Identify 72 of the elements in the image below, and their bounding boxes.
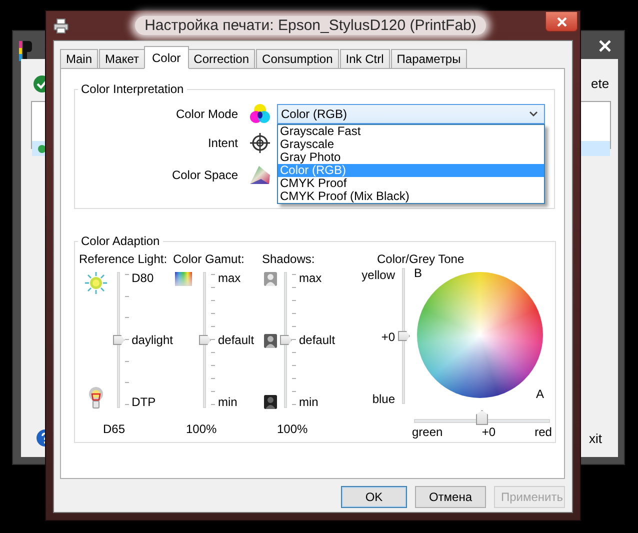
light-bulb-icon: [88, 387, 104, 409]
vertical-slider[interactable]: [199, 272, 217, 408]
person-silhouette-icon: [264, 272, 276, 286]
group-title: Color Interpretation: [80, 82, 185, 96]
color-circles-icon: [249, 103, 271, 125]
status-dot-icon: [38, 144, 46, 152]
axis-label: B: [414, 266, 422, 280]
tick-label: red: [534, 425, 552, 439]
axis-label: A: [536, 387, 544, 401]
tab[interactable]: Ink Ctrl: [340, 49, 390, 68]
field-label: Intent: [206, 136, 238, 150]
sun-icon: [84, 272, 107, 294]
slider-label: Shadows:: [262, 252, 316, 268]
tab[interactable]: Параметры: [390, 49, 467, 68]
tick-label: DTP: [132, 395, 157, 409]
slider-thumb[interactable]: [280, 335, 292, 345]
button-label[interactable]: ete: [591, 76, 610, 91]
slider-thumb[interactable]: [476, 410, 488, 425]
tab[interactable]: Correction: [188, 49, 256, 68]
slider-thumb[interactable]: [112, 335, 125, 345]
field-label: Color Mode: [174, 107, 238, 121]
tick-label: daylight: [132, 333, 173, 347]
color-gamut-icon: [249, 165, 271, 185]
tick-label: min: [299, 395, 320, 409]
close-icon[interactable]: [599, 40, 611, 52]
vertical-slider[interactable]: [398, 268, 412, 404]
tick-label: green: [412, 425, 443, 439]
caret-icon: [529, 111, 538, 117]
dropdown[interactable]: Color (RGB): [277, 104, 545, 124]
printer-icon: [53, 18, 69, 34]
dialog-button[interactable]: OK: [341, 486, 407, 508]
slider-value: D65: [102, 422, 126, 436]
field-label: Color Space: [170, 168, 238, 182]
close-icon: [556, 16, 566, 26]
vertical-slider[interactable]: [112, 272, 131, 408]
slider-thumb[interactable]: [199, 335, 211, 345]
tab[interactable]: Main: [60, 49, 98, 68]
dropdown-option[interactable]: CMYK Proof (Mix Black): [278, 190, 544, 203]
tab[interactable]: Color: [144, 46, 189, 69]
tab[interactable]: Макет: [99, 49, 145, 68]
crosshair-icon: [249, 132, 271, 154]
tick-label: default: [299, 333, 336, 347]
tick-label: blue: [372, 392, 395, 406]
tick-label: +0: [381, 330, 395, 344]
tab[interactable]: Consumption: [256, 49, 339, 68]
tick-label: default: [218, 333, 254, 347]
button-label[interactable]: xit: [589, 431, 602, 446]
dropdown-option[interactable]: Gray Photo: [278, 151, 544, 164]
vertical-slider[interactable]: [280, 272, 298, 408]
close-button[interactable]: [545, 12, 578, 32]
tick-label: +0: [482, 425, 496, 439]
person-silhouette-icon: [264, 395, 276, 409]
tick-label: D80: [132, 271, 155, 285]
slider-value: 100%: [276, 422, 309, 436]
slider-thumb[interactable]: [398, 331, 410, 341]
spectrum-icon: [174, 272, 192, 286]
tick-label: min: [218, 395, 238, 409]
slider-label: Reference Light:: [79, 252, 168, 268]
window-title: Настройка печати: Epson_StylusD120 (PrintFab): [134, 16, 486, 35]
horizontal-slider[interactable]: [414, 410, 550, 424]
slider-value: 100%: [185, 422, 218, 436]
group-title: Color Adaption: [80, 234, 161, 248]
person-silhouette-icon: [264, 334, 276, 348]
tick-label: max: [218, 271, 242, 285]
dropdown-option[interactable]: Grayscale: [278, 138, 544, 151]
dropdown-option[interactable]: Grayscale Fast: [278, 125, 544, 138]
dialog-button[interactable]: Отмена: [415, 486, 486, 508]
section-label: Color/Grey Tone: [376, 252, 466, 268]
tick-label: max: [299, 271, 323, 285]
tick-label: yellow: [362, 268, 395, 282]
dropdown-option[interactable]: CMYK Proof: [278, 177, 544, 190]
slider-label: Color Gamut:: [173, 252, 246, 268]
